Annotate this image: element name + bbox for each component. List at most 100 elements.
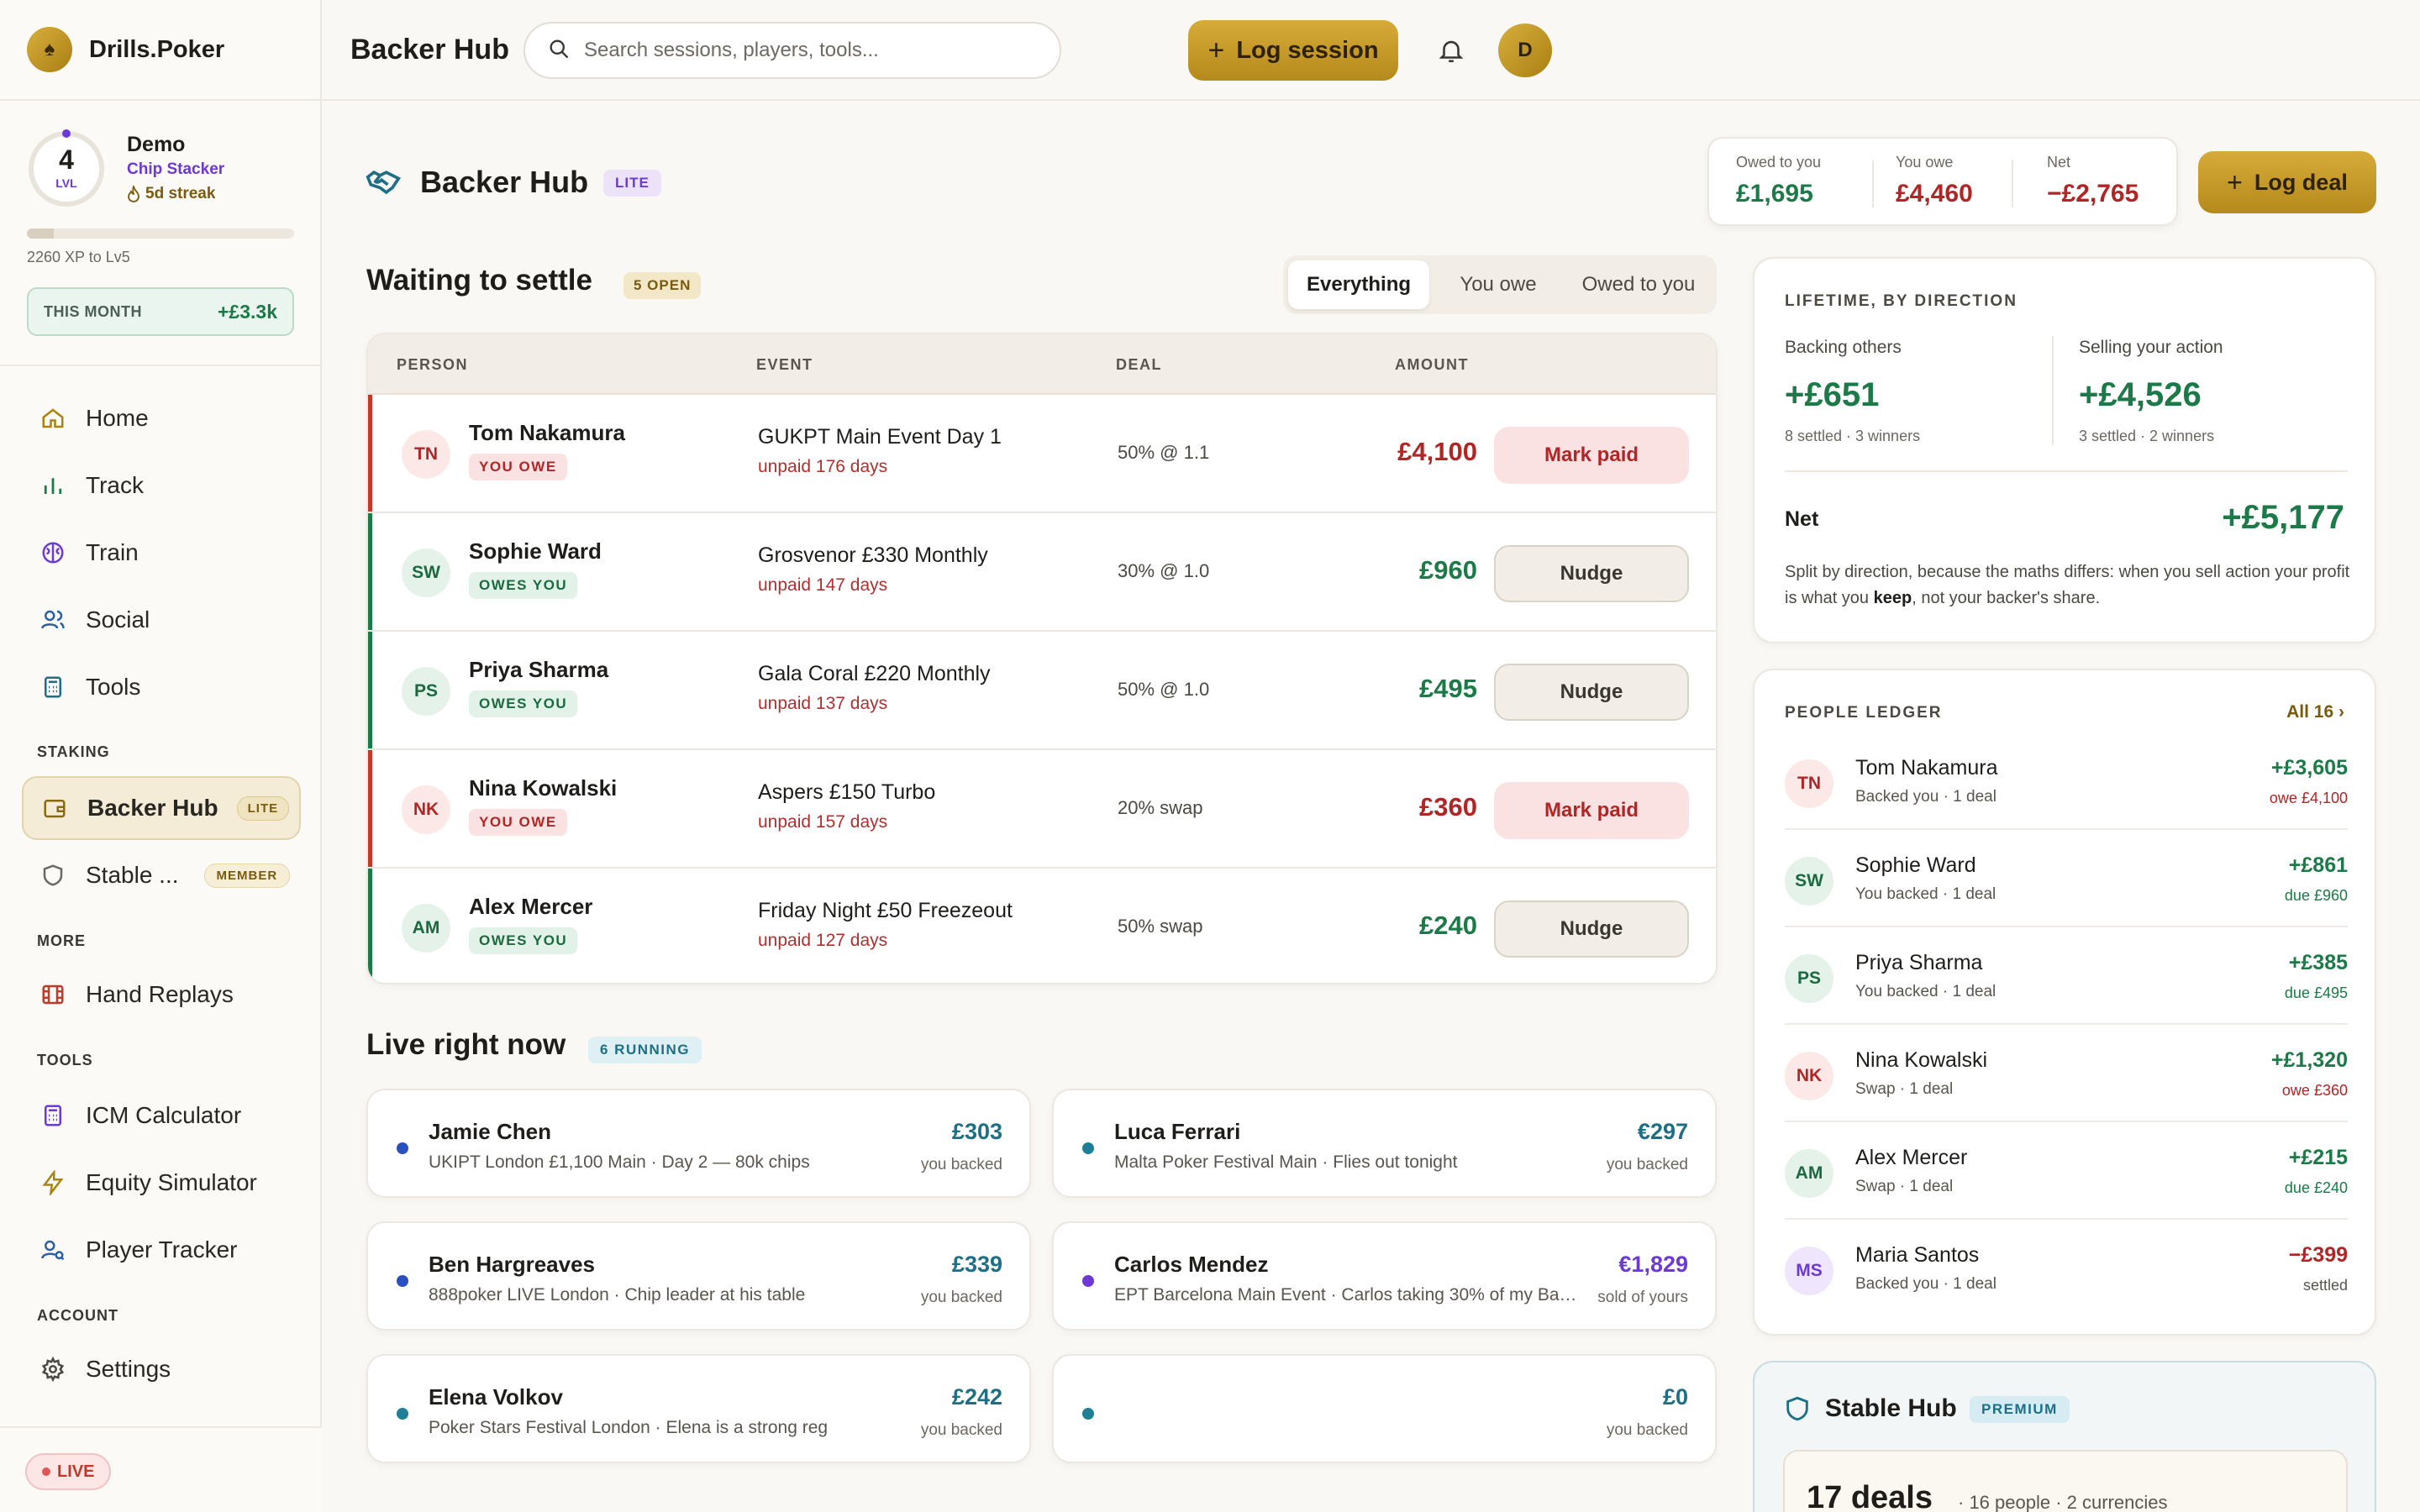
nav-tools[interactable]: Tools: [22, 655, 301, 719]
shield-icon: [1783, 1394, 1812, 1427]
table-row[interactable]: SW Sophie Ward OWES YOU Grosvenor £330 M…: [368, 513, 1716, 632]
nav-backer-hub[interactable]: Backer Hub LITE: [22, 776, 301, 840]
this-month-value: +£3.3k: [218, 300, 277, 323]
profile-card[interactable]: 4 LVL Demo Chip Stacker 5d streak 2260 X…: [0, 101, 322, 366]
event-info: 888poker LIVE London · Chip leader at hi…: [429, 1285, 806, 1305]
home-icon: [39, 404, 67, 433]
brain-icon: [39, 538, 67, 567]
unpaid-duration: unpaid 137 days: [758, 694, 888, 713]
live-card[interactable]: £0 you backed: [1052, 1354, 1717, 1463]
person-name: Nina Kowalski: [1855, 1048, 1988, 1072]
amount: £960: [1419, 555, 1477, 585]
user-search-icon: [39, 1236, 67, 1264]
filter-you-owe[interactable]: You owe: [1431, 260, 1565, 309]
plus-icon: +: [2227, 166, 2243, 197]
mark-paid-button[interactable]: Mark paid: [1494, 427, 1689, 484]
event-name: Grosvenor £330 Monthly: [758, 543, 988, 567]
wallet-icon: [40, 794, 69, 822]
flame-icon: [127, 186, 140, 202]
profile-rank: Chip Stacker: [127, 160, 225, 178]
live-card[interactable]: Carlos Mendez EPT Barcelona Main Event ·…: [1052, 1221, 1717, 1331]
this-month-summary[interactable]: THIS MONTH +£3.3k: [27, 287, 294, 336]
avatar: AM: [1785, 1149, 1833, 1198]
status-dot-icon: [397, 1275, 408, 1287]
open-count-badge: 5 OPEN: [623, 272, 702, 299]
ledger-row[interactable]: MS Maria Santos Backed you · 1 deal −£39…: [1785, 1221, 2348, 1317]
nav-social[interactable]: Social: [22, 588, 301, 652]
live-card[interactable]: Elena Volkov Poker Stars Festival London…: [366, 1354, 1031, 1463]
mark-paid-button[interactable]: Mark paid: [1494, 782, 1689, 839]
notifications-bell-icon[interactable]: [1431, 30, 1471, 71]
nav-equity-simulator[interactable]: Equity Simulator: [22, 1151, 301, 1215]
nav-home[interactable]: Home: [22, 386, 301, 450]
selling-action: Selling your action +£4,526 3 settled · …: [2079, 338, 2223, 445]
status-badge: OWES YOU: [469, 927, 578, 954]
streak-text: 5d streak: [145, 185, 216, 202]
nav-train[interactable]: Train: [22, 521, 301, 585]
table-row[interactable]: NK Nina Kowalski YOU OWE Aspers £150 Tur…: [368, 750, 1716, 869]
nav-icm-calculator[interactable]: ICM Calculator: [22, 1084, 301, 1147]
search-input[interactable]: [584, 39, 1021, 62]
live-card[interactable]: Ben Hargreaves 888poker LIVE London · Ch…: [366, 1221, 1031, 1331]
deal-detail: Swap · 1 deal: [1855, 1080, 1954, 1098]
gear-icon: [39, 1355, 67, 1383]
table-row[interactable]: PS Priya Sharma OWES YOU Gala Coral £220…: [368, 632, 1716, 750]
user-avatar[interactable]: D: [1498, 24, 1552, 77]
stable-hub-title: Stable Hub: [1825, 1394, 1957, 1422]
ledger-row[interactable]: PS Priya Sharma You backed · 1 deal +£38…: [1785, 929, 2348, 1025]
nav-track[interactable]: Track: [22, 454, 301, 517]
nudge-button[interactable]: Nudge: [1494, 900, 1689, 958]
ledger-row[interactable]: TN Tom Nakamura Backed you · 1 deal +£3,…: [1785, 734, 2348, 830]
status-dot-icon: [1082, 1408, 1094, 1420]
event-name: Friday Night £50 Freezeout: [758, 899, 1013, 922]
table-row[interactable]: TN Tom Nakamura YOU OWE GUKPT Main Event…: [368, 395, 1716, 513]
nudge-button[interactable]: Nudge: [1494, 545, 1689, 602]
handshake-icon: [365, 165, 402, 206]
log-deal-button[interactable]: + Log deal: [2198, 151, 2376, 213]
nav-hand-replays[interactable]: Hand Replays: [22, 963, 301, 1026]
ledger-value: +£385: [2288, 951, 2348, 974]
nav-tools-label: Tools: [86, 674, 141, 700]
deal-terms: 50% @ 1.1: [1118, 442, 1210, 463]
stable-hub-panel[interactable]: Stable Hub PREMIUM 17 deals · 16 people …: [1753, 1361, 2376, 1512]
nav-social-label: Social: [86, 606, 150, 633]
ledger-row[interactable]: AM Alex Mercer Swap · 1 deal +£215 due £…: [1785, 1124, 2348, 1220]
live-indicator[interactable]: LIVE: [25, 1453, 112, 1490]
level-number: 4: [59, 144, 74, 175]
nudge-button[interactable]: Nudge: [1494, 664, 1689, 721]
filter-everything[interactable]: Everything: [1288, 260, 1429, 309]
deal-terms: 50% swap: [1118, 916, 1203, 937]
person-name: Maria Santos: [1855, 1243, 1980, 1267]
event-name: Aspers £150 Turbo: [758, 780, 936, 804]
log-session-button[interactable]: + Log session: [1188, 20, 1398, 81]
person-name: Priya Sharma: [1855, 951, 1983, 974]
nav-player-tracker[interactable]: Player Tracker: [22, 1218, 301, 1282]
nav-settings[interactable]: Settings: [22, 1337, 301, 1401]
avatar: PS: [402, 667, 450, 716]
live-card[interactable]: Jamie Chen UKIPT London £1,100 Main · Da…: [366, 1089, 1031, 1198]
person-name: Priya Sharma: [469, 657, 609, 682]
owed-to-you-summary: Owed to you £1,695: [1736, 154, 1821, 208]
filter-owed-to-you[interactable]: Owed to you: [1565, 260, 1712, 309]
calculator-icon: [39, 1101, 67, 1130]
table-row[interactable]: AM Alex Mercer OWES YOU Friday Night £50…: [368, 869, 1716, 983]
col-person: PERSON: [397, 356, 469, 373]
nav-stable[interactable]: Stable ... MEMBER: [22, 843, 301, 907]
deal-detail: You backed · 1 deal: [1855, 885, 1996, 903]
ledger-row[interactable]: NK Nina Kowalski Swap · 1 deal +£1,320 o…: [1785, 1026, 2348, 1122]
brand[interactable]: ♠ Drills.Poker: [0, 0, 320, 101]
live-card[interactable]: Luca Ferrari Malta Poker Festival Main ·…: [1052, 1089, 1717, 1198]
log-session-label: Log session: [1236, 36, 1379, 64]
ledger-all-link[interactable]: All 16 ›: [2286, 702, 2344, 722]
ledger-status: settled: [2302, 1277, 2348, 1294]
selling-sub: 3 settled · 2 winners: [2079, 428, 2215, 444]
search-bar[interactable]: [523, 22, 1061, 79]
event-info: EPT Barcelona Main Event · Carlos taking…: [1114, 1285, 1581, 1305]
stake-amount: £303: [951, 1119, 1002, 1144]
xp-progress-bar: [27, 228, 294, 239]
live-dot-icon: [42, 1467, 50, 1476]
ledger-row[interactable]: SW Sophie Ward You backed · 1 deal +£861…: [1785, 832, 2348, 927]
member-tag: MEMBER: [203, 863, 291, 888]
profile-name: Demo: [127, 133, 186, 156]
player-name: Jamie Chen: [429, 1119, 551, 1144]
